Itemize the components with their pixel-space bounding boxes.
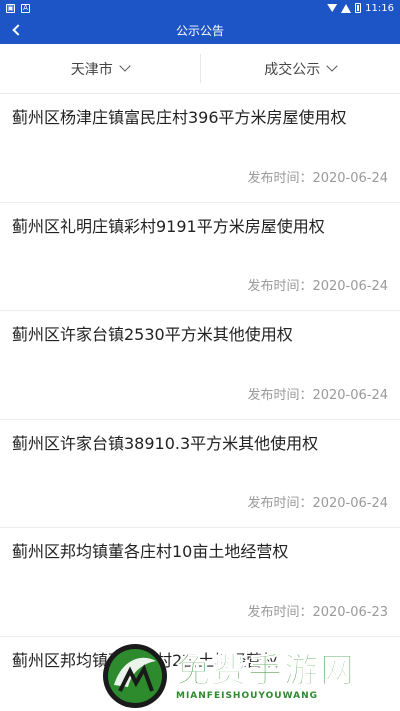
battery-icon [355,3,362,13]
type-filter[interactable]: 成交公示 [201,44,400,93]
item-date: 发布时间：2020-06-24 [247,170,388,186]
status-time: 11:16 [365,2,394,14]
list-item[interactable]: 蓟州区邦均镇董各庄村10亩土地经营权 发布时间：2020-06-23 [0,528,400,637]
announcement-list: 蓟州区杨津庄镇富民庄村396平方米房屋使用权 发布时间：2020-06-24 蓟… [0,94,400,711]
item-title: 蓟州区许家台镇38910.3平方米其他使用权 [12,433,319,453]
filter-bar: 天津市 成交公示 [0,44,400,94]
type-filter-label: 成交公示 [264,61,321,78]
list-item[interactable]: 蓟州区礼明庄镇彩村9191平方米房屋使用权 发布时间：2020-06-24 [0,203,400,311]
back-button[interactable] [10,22,26,38]
watermark-title: 免费手游网 [176,650,356,691]
watermark-logo-icon [103,643,167,708]
item-title: 蓟州区礼明庄镇彩村9191平方米房屋使用权 [12,216,325,236]
chevron-down-icon [119,60,131,72]
signal-icon [341,3,352,13]
a-icon: A [21,3,30,13]
status-bar: ▣ A 11:16 [0,0,400,16]
item-date: 发布时间：2020-06-24 [247,279,388,294]
chevron-left-icon [12,24,24,36]
item-date: 发布时间：2020-06-24 [247,496,388,511]
wifi-icon [327,4,338,12]
item-date: 发布时间：2020-06-23 [247,604,388,620]
status-left-icons: ▣ A [6,3,30,13]
item-title: 蓟州区许家台镇2530平方米其他使用权 [12,325,293,344]
watermark-subtitle: MIANFEISHOUYOUWANG [176,690,356,701]
chevron-down-icon [326,60,338,72]
status-right: 11:16 [327,3,394,14]
watermark: 免费手游网 MIANFEISHOUYOUWANG [100,640,400,711]
page-title: 公示公告 [175,23,224,38]
item-date: 发布时间：2020-06-24 [247,387,388,403]
app-bar: 公示公告 [0,16,400,44]
list-item[interactable]: 蓟州区杨津庄镇富民庄村396平方米房屋使用权 发布时间：2020-06-24 [0,94,400,203]
item-title: 蓟州区邦均镇董各庄村10亩土地经营权 [12,542,289,561]
item-title: 蓟州区杨津庄镇富民庄村396平方米房屋使用权 [12,108,347,127]
region-filter[interactable]: 天津市 [0,44,200,93]
region-filter-label: 天津市 [70,61,113,78]
list-item[interactable]: 蓟州区许家台镇38910.3平方米其他使用权 发布时间：2020-06-24 [0,420,400,528]
list-item[interactable]: 蓟州区许家台镇2530平方米其他使用权 发布时间：2020-06-24 [0,311,400,420]
notification-icon: ▣ [6,3,15,13]
